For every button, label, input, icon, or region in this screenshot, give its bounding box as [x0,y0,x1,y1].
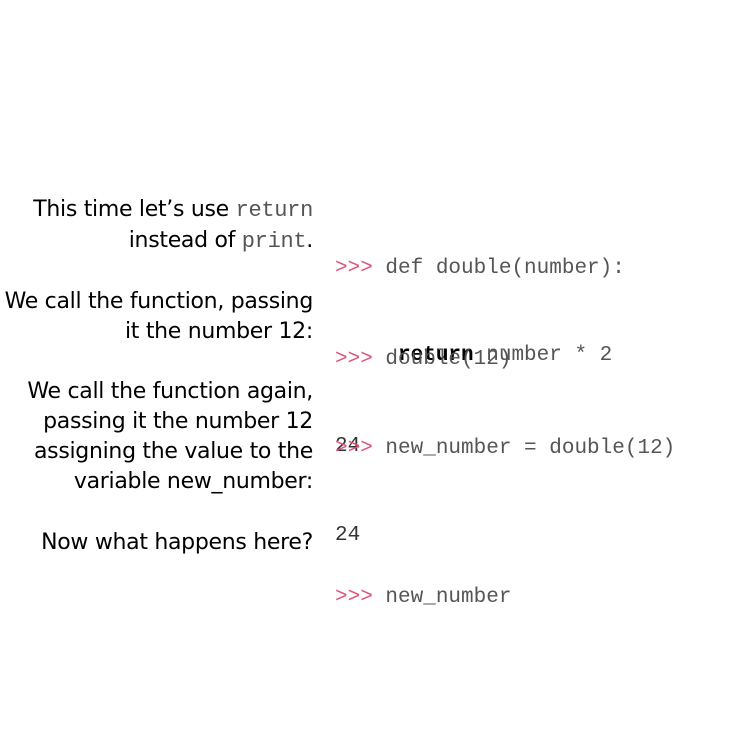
explanation-line: instead of print. [33,226,314,257]
code-line: >>> new_number [335,583,511,612]
explanation-line: assigning the value to the [33,439,313,464]
code-line: >>> double(12) [335,345,511,374]
code-text: new_number [385,586,512,609]
explanation-question: Now what happens here? [41,528,313,558]
explanation-assign: We call the function again, passing it t… [27,377,313,497]
explanation-line: variable new_number: [73,469,313,494]
code-block-question: >>> new_number [335,525,511,670]
code-line: >>> def double(number): [335,254,625,283]
prompt-symbol: >>> [335,586,373,609]
explanation-line: We call the function, passing [4,289,314,314]
prompt-symbol: >>> [335,437,373,460]
explanation-code-return: return [235,198,314,223]
explanation-text: This time let’s use [33,197,236,222]
explanation-line: Now what happens here? [41,530,313,555]
explanation-return: This time let’s use return instead of pr… [33,195,313,257]
code-text: def double(number): [385,257,625,280]
prompt-symbol: >>> [335,257,373,280]
explanation-text: instead of [128,228,242,253]
explanation-code-print: print [241,229,307,254]
explanation-line: This time let’s use return [33,195,313,226]
explanation-line: We call the function again, [27,379,313,404]
code-line: >>> new_number = double(12) [335,434,675,463]
explanation-line: it the number 12: [125,319,313,344]
explanation-text: . [306,228,313,253]
code-text: new_number = double(12) [385,437,676,460]
code-text: double(12) [385,348,512,371]
prompt-symbol: >>> [335,348,373,371]
explanation-line: passing it the number 12 [43,409,313,434]
explanation-call: We call the function, passing it the num… [4,287,314,347]
